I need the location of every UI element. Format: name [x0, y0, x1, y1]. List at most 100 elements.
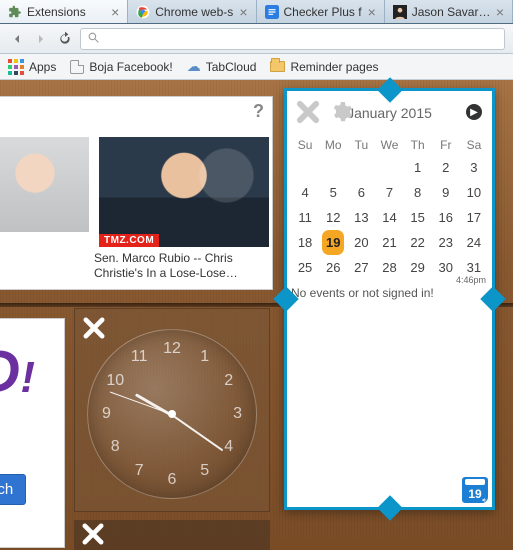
- news-widget: ? TMZ.COM Sen. Marco Rubio -- Chris Chri…: [0, 96, 273, 290]
- calendar-day[interactable]: 16: [432, 205, 460, 230]
- search-button[interactable]: arch: [0, 474, 26, 505]
- calendar-day[interactable]: 11: [291, 205, 319, 230]
- calendar-day[interactable]: 13: [347, 205, 375, 230]
- calendar-day[interactable]: 23: [432, 230, 460, 255]
- bookmark-item[interactable]: ☁ TabCloud: [187, 58, 257, 75]
- calendar-day[interactable]: 21: [375, 230, 403, 255]
- calendar-week: 45678910: [291, 180, 488, 205]
- forward-button[interactable]: [32, 30, 50, 48]
- bookmark-item[interactable]: Reminder pages: [270, 60, 378, 74]
- calendar-day[interactable]: 14: [375, 205, 403, 230]
- close-icon[interactable]: [293, 97, 323, 127]
- weekday-label: Su: [291, 135, 319, 155]
- calendar-day[interactable]: 5: [319, 180, 347, 205]
- calendar-day[interactable]: 10: [460, 180, 488, 205]
- calendar-week: 11121314151617: [291, 205, 488, 230]
- weekday-label: Tu: [347, 135, 375, 155]
- weekday-label: Th: [404, 135, 432, 155]
- next-month-button[interactable]: ▶: [466, 104, 482, 120]
- calendar-day[interactable]: 19: [322, 230, 344, 255]
- browser-tab-checker[interactable]: Checker Plus f ×: [257, 0, 385, 23]
- clock-number: 7: [135, 462, 144, 480]
- browser-tab-extensions[interactable]: Extensions ×: [0, 0, 128, 23]
- omnibox[interactable]: [80, 28, 505, 50]
- search-icon: [87, 31, 100, 47]
- close-icon[interactable]: [79, 313, 109, 343]
- clock-widget: 121234567891011: [74, 308, 270, 512]
- tab-close-icon[interactable]: ×: [111, 4, 119, 20]
- calendar-day[interactable]: 24: [460, 230, 488, 255]
- resize-handle-bottom[interactable]: [377, 495, 402, 520]
- calendar-day[interactable]: 18: [291, 230, 319, 255]
- calendar-grid: ....123456789101112131415161718192021222…: [287, 155, 492, 280]
- calendar-day[interactable]: 22: [404, 230, 432, 255]
- calendar-day[interactable]: 27: [347, 255, 375, 280]
- yahoo-logo: D!: [0, 337, 35, 406]
- calendar-day[interactable]: 17: [460, 205, 488, 230]
- clock-number: 4: [224, 438, 233, 456]
- news-caption[interactable]: Sen. Marco Rubio -- Chris Christie's In …: [84, 247, 259, 281]
- calendar-day[interactable]: 8: [404, 180, 432, 205]
- weekday-label: Mo: [319, 135, 347, 155]
- calendar-header: January 2015 ▶: [287, 91, 492, 135]
- browser-toolbar: [0, 24, 513, 54]
- calendar-day[interactable]: 12: [319, 205, 347, 230]
- calendar-day[interactable]: 2: [432, 155, 460, 180]
- tab-title: Checker Plus f: [284, 5, 363, 19]
- minute-hand: [171, 414, 223, 451]
- back-button[interactable]: [8, 30, 26, 48]
- weekday-label: We: [375, 135, 403, 155]
- calendar-day[interactable]: 7: [375, 180, 403, 205]
- weekday-label: Sa: [460, 135, 488, 155]
- apps-button[interactable]: Apps: [8, 59, 56, 75]
- calendar-app-icon[interactable]: 19: [462, 477, 488, 503]
- current-time: 4:46pm: [456, 275, 486, 285]
- page-icon: [70, 60, 84, 74]
- reload-button[interactable]: [56, 30, 74, 48]
- calendar-day[interactable]: 6: [347, 180, 375, 205]
- calendar-title: January 2015: [347, 105, 432, 121]
- news-thumb[interactable]: [0, 137, 89, 232]
- apps-label: Apps: [29, 60, 56, 74]
- help-button[interactable]: ?: [253, 101, 264, 122]
- calendar-day[interactable]: 9: [432, 180, 460, 205]
- bookmark-label: Reminder pages: [290, 60, 378, 74]
- clock-number: 10: [106, 372, 124, 390]
- puzzle-icon: [8, 5, 22, 19]
- calendar-week: 18192021222324: [291, 230, 488, 255]
- browser-tab-webstore[interactable]: Chrome web-s ×: [128, 0, 256, 23]
- clock-number: 9: [102, 405, 111, 423]
- clock-number: 3: [233, 405, 242, 423]
- weekday-label: Fr: [432, 135, 460, 155]
- news-thumb-main[interactable]: TMZ.COM: [99, 137, 269, 247]
- clock-number: 12: [163, 340, 181, 358]
- badge-day: 19: [468, 487, 481, 501]
- clock-number: 1: [200, 348, 209, 366]
- clock-number: 5: [200, 462, 209, 480]
- app-icon: [265, 5, 279, 19]
- close-icon[interactable]: [78, 519, 108, 549]
- bookmarks-bar: Apps Boja Facebook! ☁ TabCloud Reminder …: [0, 54, 513, 80]
- browser-tabstrip: Extensions × Chrome web-s × Checker Plus…: [0, 0, 513, 24]
- yahoo-widget: D! arch: [0, 318, 65, 548]
- desktop: ? TMZ.COM Sen. Marco Rubio -- Chris Chri…: [0, 80, 513, 538]
- gear-icon[interactable]: [329, 100, 353, 127]
- tab-close-icon[interactable]: ×: [239, 4, 247, 20]
- calendar-popup: January 2015 ▶ SuMoTuWeThFrSa ....123456…: [284, 88, 495, 510]
- tab-close-icon[interactable]: ×: [496, 4, 504, 20]
- widget-stub: [74, 520, 270, 550]
- calendar-day[interactable]: 4: [291, 180, 319, 205]
- browser-tab-jason[interactable]: Jason Savard - ×: [385, 0, 513, 23]
- calendar-day[interactable]: 28: [375, 255, 403, 280]
- clock-face: 121234567891011: [87, 329, 257, 499]
- calendar-day[interactable]: 26: [319, 255, 347, 280]
- calendar-day[interactable]: 3: [460, 155, 488, 180]
- calendar-day[interactable]: 29: [404, 255, 432, 280]
- bookmark-item[interactable]: Boja Facebook!: [70, 60, 172, 74]
- clock-number: 6: [168, 471, 177, 489]
- calendar-day[interactable]: 15: [404, 205, 432, 230]
- tab-close-icon[interactable]: ×: [368, 4, 376, 20]
- calendar-day[interactable]: 1: [404, 155, 432, 180]
- calendar-day[interactable]: 25: [291, 255, 319, 280]
- calendar-day[interactable]: 20: [347, 230, 375, 255]
